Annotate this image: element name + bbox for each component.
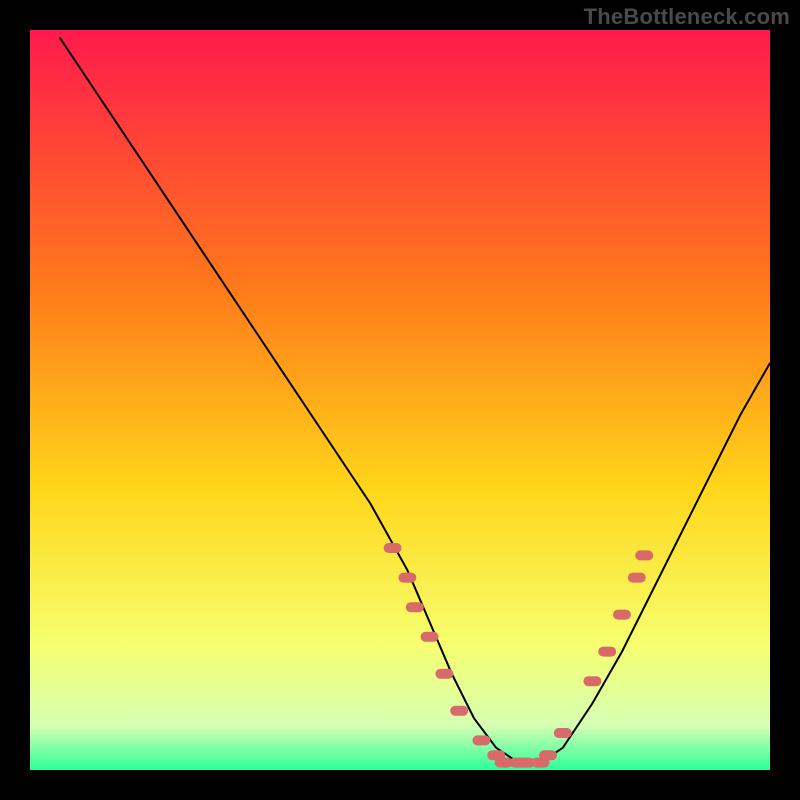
watermark-text: TheBottleneck.com (584, 4, 790, 30)
curve-marker (384, 543, 402, 553)
plot-background (30, 30, 770, 770)
curve-marker (583, 676, 601, 686)
curve-marker (406, 602, 424, 612)
curve-marker (635, 550, 653, 560)
bottleneck-chart (0, 0, 800, 800)
curve-marker (539, 750, 557, 760)
curve-marker (554, 728, 572, 738)
chart-frame: TheBottleneck.com (0, 0, 800, 800)
curve-marker (435, 669, 453, 679)
curve-marker (398, 573, 416, 583)
curve-marker (598, 647, 616, 657)
curve-marker (450, 706, 468, 716)
curve-marker (613, 610, 631, 620)
curve-marker (628, 573, 646, 583)
curve-marker (421, 632, 439, 642)
curve-marker (472, 735, 490, 745)
